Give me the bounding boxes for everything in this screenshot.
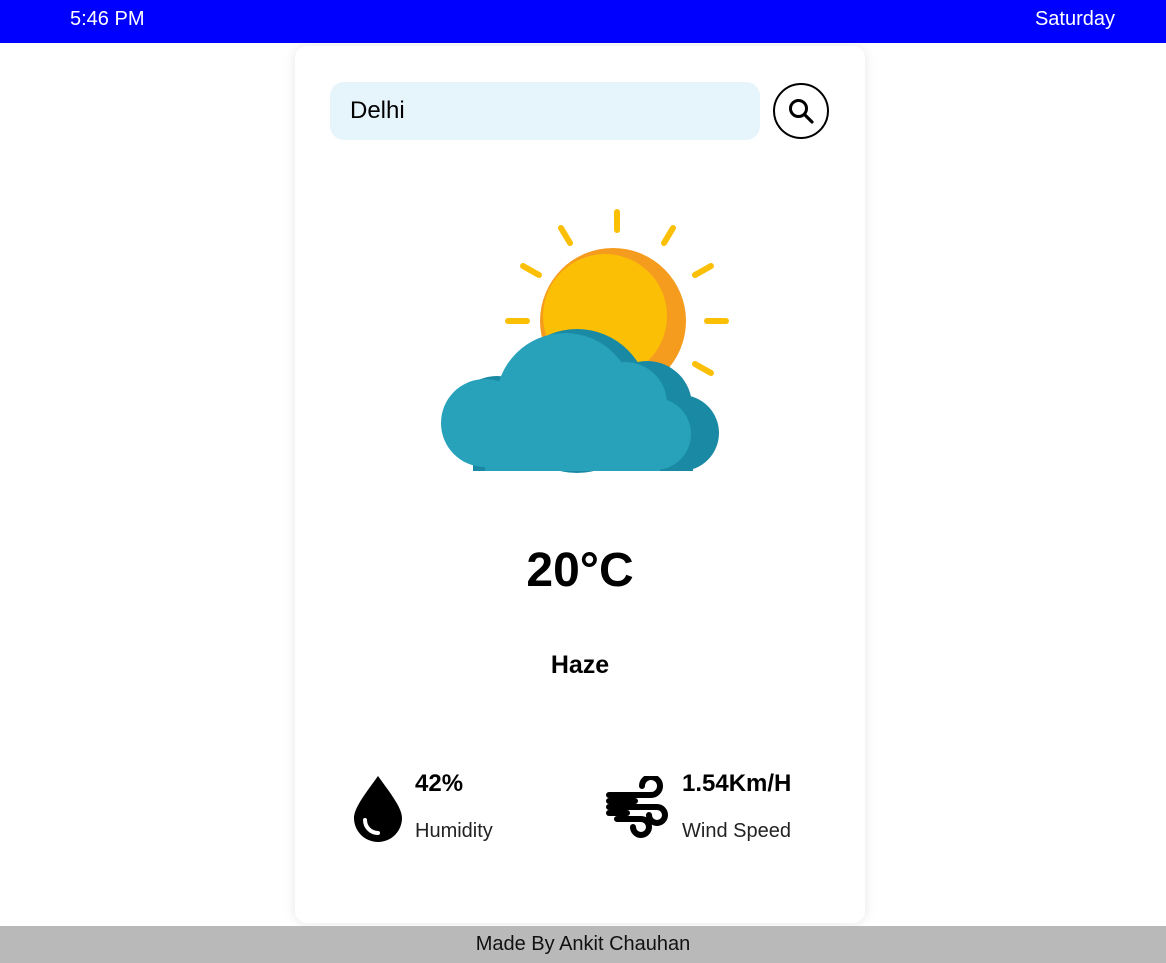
- weather-card: 20°C Haze 42% Humidity 1.54Km/H Wind Spe…: [295, 46, 865, 923]
- current-day: Saturday: [1034, 8, 1115, 30]
- wind-icon: [606, 776, 668, 838]
- footer: Made By Ankit Chauhan: [0, 926, 1166, 963]
- search-button[interactable]: [773, 83, 829, 139]
- humidity-label: Humidity: [415, 820, 493, 842]
- temperature-value: 20°C: [526, 544, 634, 597]
- water-drop-icon: [354, 776, 402, 842]
- footer-credit: Made By Ankit Chauhan: [475, 933, 691, 955]
- search-icon: [789, 99, 814, 124]
- humidity-value: 42%: [415, 770, 464, 797]
- city-search-input[interactable]: [330, 82, 760, 140]
- wind-speed-value: 1.54Km/H: [682, 770, 792, 797]
- weather-condition: Haze: [550, 651, 610, 679]
- top-status-bar: 5:46 PM Saturday: [0, 0, 1166, 43]
- sun-behind-cloud-icon: [441, 209, 729, 473]
- wind-speed-label: Wind Speed: [682, 820, 791, 842]
- current-time: 5:46 PM: [70, 8, 145, 30]
